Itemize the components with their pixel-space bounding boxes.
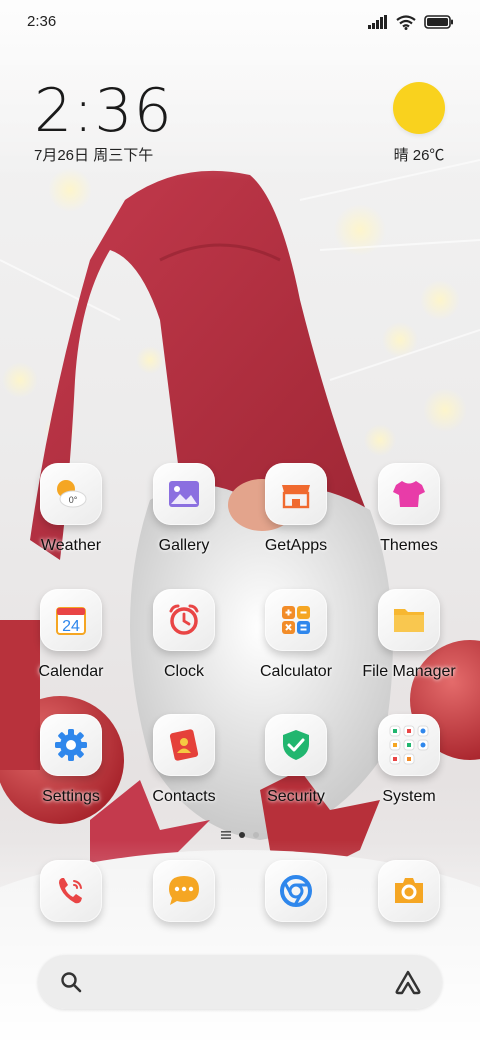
weather-widget[interactable]: 晴 26℃ [384, 82, 454, 165]
app-label: GetApps [264, 537, 328, 554]
gear-icon [40, 714, 102, 776]
app-label: Clock [163, 663, 204, 680]
widget-time: 2:36 [34, 76, 173, 146]
app-label: Calculator [259, 663, 333, 680]
shirt-icon [378, 463, 440, 525]
sunny-icon [393, 82, 445, 134]
settings-app[interactable]: Settings [16, 714, 126, 806]
app-label: Gallery [158, 537, 210, 554]
shield-icon [265, 714, 327, 776]
app-list-icon [221, 831, 231, 839]
app-label: Weather [40, 537, 102, 554]
app-label: Calendar [38, 663, 104, 680]
camera-app[interactable] [354, 860, 464, 922]
clock-app[interactable]: Clock [129, 589, 239, 681]
store-icon [265, 463, 327, 525]
weather-icon: 0° [40, 463, 102, 525]
signal-icon [368, 15, 387, 29]
messages-app[interactable] [129, 860, 239, 922]
filemanager-app[interactable]: File Manager [354, 589, 464, 681]
status-time: 2:36 [27, 13, 57, 30]
app-label: System [382, 788, 436, 805]
system-folder[interactable]: System [354, 714, 464, 806]
browser-app[interactable] [241, 860, 351, 922]
folder-grid-icon [378, 714, 440, 776]
themes-app[interactable]: Themes [354, 463, 464, 555]
app-label: Themes [380, 537, 438, 554]
app-label: Settings [42, 788, 100, 805]
assistant-icon[interactable] [394, 969, 422, 995]
weather-app[interactable]: 0° Weather [16, 463, 126, 555]
app-label: Security [267, 788, 325, 805]
search-icon [61, 972, 82, 993]
phone-app[interactable] [16, 860, 126, 922]
page-dot-active [239, 832, 245, 838]
battery-icon [424, 15, 453, 29]
gallery-app[interactable]: Gallery [129, 463, 239, 555]
phone-icon [40, 860, 102, 922]
calculator-icon [265, 589, 327, 651]
security-app[interactable]: Security [241, 714, 351, 806]
calculator-app[interactable]: Calculator [241, 589, 351, 681]
camera-icon [378, 860, 440, 922]
folder-icon [378, 589, 440, 651]
status-icons [368, 12, 454, 32]
calendar-app[interactable]: 24 Calendar [16, 589, 126, 681]
svg-text:0°: 0° [69, 495, 78, 505]
search-bar[interactable] [38, 955, 442, 1009]
calendar-date: 24 [62, 618, 80, 635]
wifi-icon [396, 14, 416, 30]
getapps-app[interactable]: GetApps [241, 463, 351, 555]
weather-temp: 晴 26℃ [393, 147, 445, 164]
browser-icon [265, 860, 327, 922]
widget-date: 7月26日 周三下午 [34, 147, 154, 164]
clock-widget[interactable]: 2:36 7月26日 周三下午 [34, 80, 173, 165]
page-dot [253, 832, 259, 838]
status-bar: 2:36 [0, 0, 480, 44]
contacts-app[interactable]: Contacts [129, 714, 239, 806]
app-label: Contacts [152, 788, 216, 805]
alarm-clock-icon [153, 589, 215, 651]
gallery-icon [153, 463, 215, 525]
message-icon [153, 860, 215, 922]
calendar-icon: 24 [40, 589, 102, 651]
app-label: File Manager [362, 663, 456, 680]
contacts-icon [153, 714, 215, 776]
page-indicator[interactable] [200, 830, 280, 840]
